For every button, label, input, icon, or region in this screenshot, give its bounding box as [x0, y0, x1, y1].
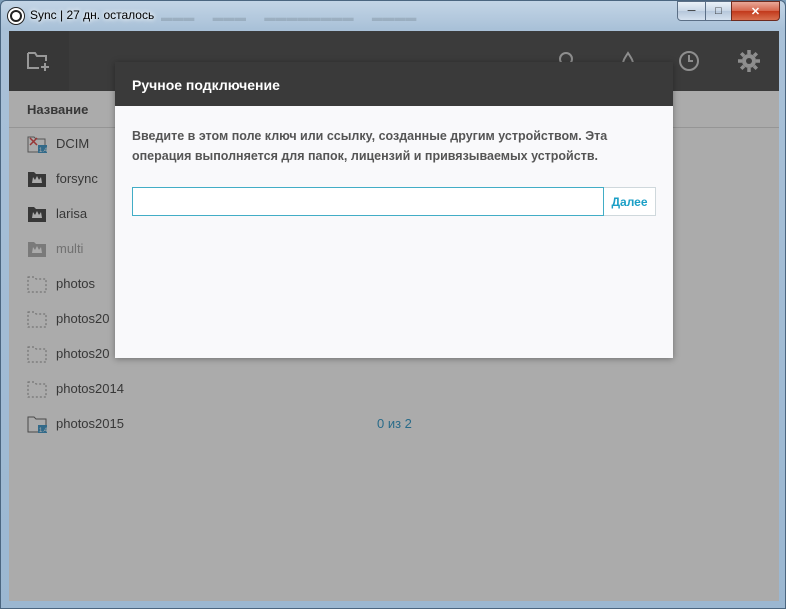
close-button[interactable]: ✕ — [731, 1, 780, 21]
dialog-description: Введите в этом поле ключ или ссылку, соз… — [132, 129, 608, 163]
minimize-button[interactable]: ─ — [677, 1, 706, 21]
title-bar[interactable]: Sync | 27 дн. осталось ▬▬▬ ▬▬▬ ▬▬▬▬▬▬▬▬ ▬▬▬… — [1, 1, 785, 31]
manual-connection-dialog: Ручное подключение Введите в этом поле к… — [115, 62, 673, 358]
window-title: Sync | 27 дн. осталось — [30, 8, 155, 22]
app-window: Sync | 27 дн. осталось ▬▬▬ ▬▬▬ ▬▬▬▬▬▬▬▬ ▬▬▬… — [0, 0, 786, 609]
dialog-header: Ручное подключение — [115, 62, 673, 106]
dialog-title: Ручное подключение — [132, 77, 280, 93]
app-client-area: Название 1.4 DCIM forsync larisa multi p… — [9, 31, 779, 601]
faded-menu-bar: ▬▬▬ ▬▬▬ ▬▬▬▬▬▬▬▬ ▬▬▬▬ — [161, 12, 417, 24]
next-button[interactable]: Далее — [604, 187, 656, 216]
key-link-input[interactable] — [132, 187, 604, 216]
sync-app-icon — [8, 8, 24, 24]
maximize-button[interactable]: □ — [705, 1, 732, 21]
